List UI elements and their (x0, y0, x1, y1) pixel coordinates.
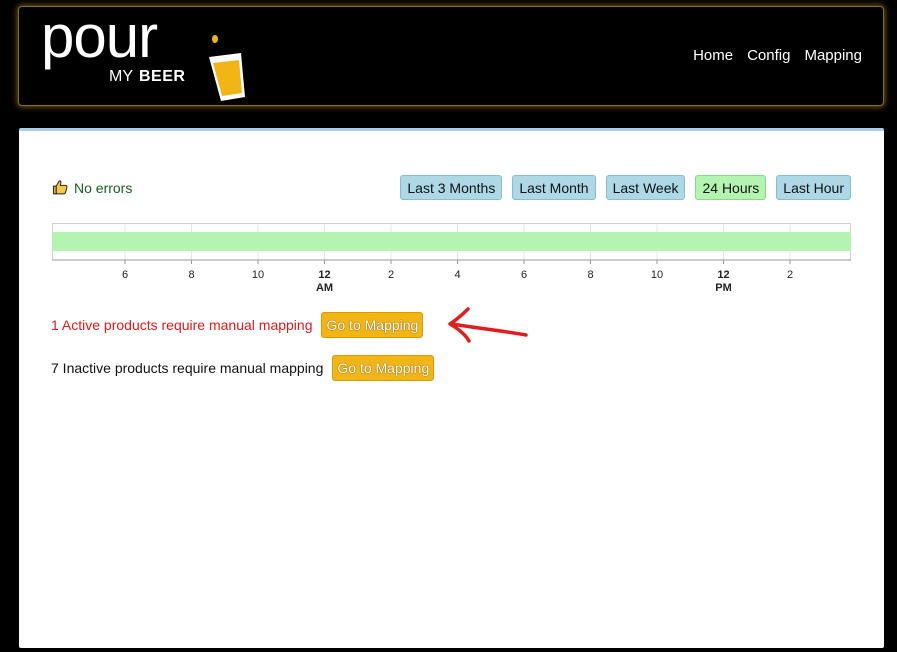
nav-config[interactable]: Config (747, 47, 790, 64)
timeline-tick-label: 2 (787, 269, 793, 281)
range-24-hours-button[interactable]: 24 Hours (695, 175, 767, 200)
error-timeline: 6 8 10 12AM2 4 6 8 10 12PM2 (52, 223, 851, 294)
range-last-month-button[interactable]: Last Month (512, 175, 596, 200)
timeline-tick-label: 2 (388, 269, 394, 281)
active-mapping-text: 1 Active products require manual mapping (51, 317, 313, 333)
timeline-tick-sublabel: PM (715, 282, 732, 294)
range-last-week-button[interactable]: Last Week (605, 175, 686, 200)
timeline-tick-label: 8 (587, 269, 593, 281)
active-mapping-notice: 1 Active products require manual mapping… (51, 312, 424, 338)
logo-word: pour (41, 3, 158, 70)
inactive-mapping-text: 7 Inactive products require manual mappi… (51, 360, 324, 376)
site-header: pour MY BEER Home Config Mapping (18, 6, 884, 106)
timeline-status-bar (52, 232, 851, 251)
thumbs-up-icon (52, 180, 68, 195)
nav-mapping[interactable]: Mapping (804, 47, 862, 64)
main-nav: Home Config Mapping (693, 47, 862, 64)
main-panel: No errors Last 3 Months Last Month Last … (19, 128, 884, 648)
time-range-selector: Last 3 Months Last Month Last Week 24 Ho… (400, 175, 851, 200)
go-to-mapping-active-button[interactable]: Go to Mapping (321, 312, 424, 338)
range-last-3-months-button[interactable]: Last 3 Months (400, 175, 503, 200)
range-last-hour-button[interactable]: Last Hour (776, 175, 851, 200)
timeline-tick-label: 12 (318, 269, 330, 281)
timeline-tick-label: 10 (252, 269, 264, 281)
timeline-tick-label: 6 (122, 269, 128, 281)
timeline-tick-label: 12 (717, 269, 729, 281)
timeline-tick-label: 6 (521, 269, 527, 281)
timeline-tick-label: 4 (454, 269, 460, 281)
annotation-arrow-icon (448, 307, 528, 343)
go-to-mapping-inactive-button[interactable]: Go to Mapping (332, 355, 435, 381)
nav-home[interactable]: Home (693, 47, 733, 64)
beer-glass-icon (209, 35, 245, 101)
status-indicator: No errors (52, 179, 132, 196)
timeline-tick-label: 10 (651, 269, 663, 281)
inactive-mapping-notice: 7 Inactive products require manual mappi… (51, 355, 435, 381)
status-text: No errors (74, 179, 133, 196)
timeline-tick-label: 8 (188, 269, 194, 281)
logo-beer: BEER (139, 68, 186, 85)
logo-my: MY (109, 68, 133, 85)
pour-my-beer-logo[interactable]: pour MY BEER (39, 7, 245, 105)
timeline-tick-sublabel: AM (316, 282, 333, 294)
